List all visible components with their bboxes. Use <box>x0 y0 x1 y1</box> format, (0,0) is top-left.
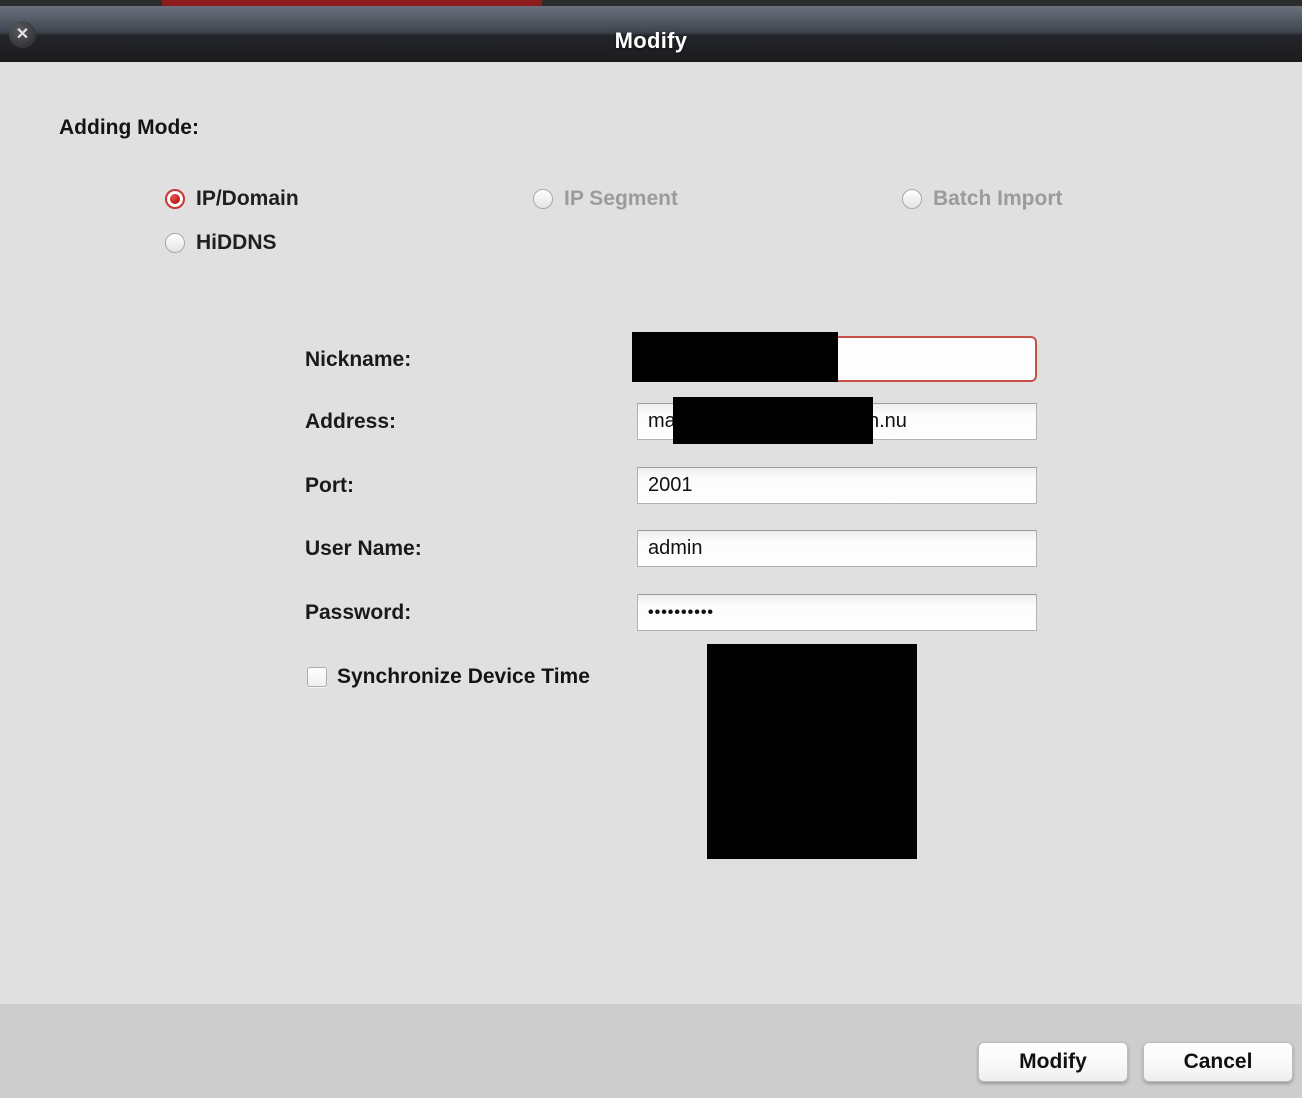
radio-hiddns[interactable] <box>165 233 185 253</box>
modify-dialog: Modify ✕ Adding Mode: IP/Domain IP Segme… <box>0 0 1302 1098</box>
redaction-box-nickname <box>632 332 838 382</box>
dialog-footer: Modify Cancel <box>0 1004 1302 1098</box>
close-icon[interactable]: ✕ <box>9 21 36 48</box>
radio-selected-dot <box>170 194 180 204</box>
address-label: Address: <box>305 410 397 433</box>
nickname-label: Nickname: <box>305 348 412 371</box>
radio-ip-segment-label: IP Segment <box>564 187 678 210</box>
redaction-box-address <box>673 397 873 444</box>
radio-ip-domain-label[interactable]: IP/Domain <box>196 186 299 212</box>
radio-hiddns-label[interactable]: HiDDNS <box>196 230 277 256</box>
sync-device-time-checkbox[interactable] <box>307 667 327 687</box>
modify-button[interactable]: Modify <box>978 1042 1128 1082</box>
username-input[interactable]: admin <box>637 530 1037 567</box>
radio-ip-segment <box>533 189 553 209</box>
dialog-titlebar: Modify <box>0 6 1302 62</box>
redaction-box-large <box>707 644 917 859</box>
radio-batch-import <box>902 189 922 209</box>
cancel-button[interactable]: Cancel <box>1143 1042 1293 1082</box>
password-input[interactable]: •••••••••• <box>637 594 1037 631</box>
dialog-title: Modify <box>614 28 688 53</box>
sync-device-time-label[interactable]: Synchronize Device Time <box>337 665 590 689</box>
adding-mode-label: Adding Mode: <box>59 116 199 139</box>
radio-ip-domain[interactable] <box>165 189 185 209</box>
address-value-prefix: ma <box>648 410 676 432</box>
password-label: Password: <box>305 601 412 624</box>
radio-batch-import-label: Batch Import <box>933 187 1063 210</box>
port-input[interactable]: 2001 <box>637 467 1037 504</box>
address-value-suffix: n.nu <box>868 410 907 432</box>
port-label: Port: <box>305 474 354 497</box>
username-label: User Name: <box>305 537 422 560</box>
